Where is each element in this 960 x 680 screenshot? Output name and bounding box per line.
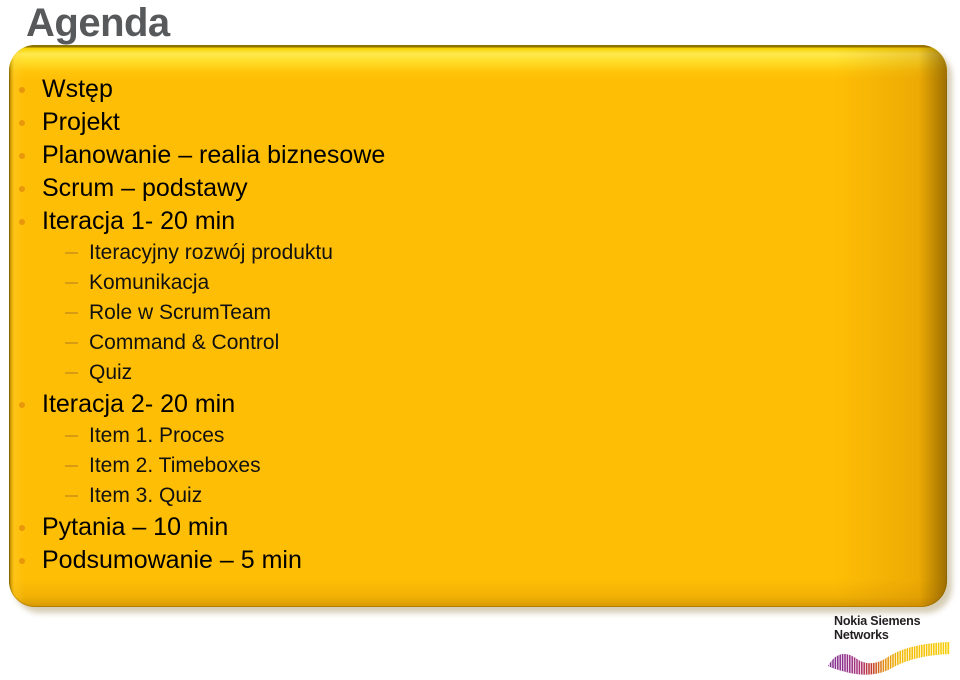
bullet-dot-icon	[19, 120, 25, 126]
agenda-item: Podsumowanie – 5 min	[9, 544, 947, 577]
logo-wave-strokes	[828, 642, 950, 675]
agenda-item-label: Iteracja 1- 20 min	[42, 207, 236, 235]
agenda-item: Iteracja 1- 20 min	[9, 205, 947, 238]
agenda-item-label: Iteracja 2- 20 min	[42, 390, 236, 418]
page-title: Agenda	[26, 1, 170, 45]
bullet-dot-icon	[19, 186, 25, 192]
agenda-item-label: Scrum – podstawy	[42, 174, 248, 202]
bullet-dash-icon	[65, 252, 78, 254]
content-panel: Wstęp Projekt Planowanie – realia biznesow…	[9, 45, 952, 613]
agenda-item-label: Komunikacja	[89, 271, 210, 294]
agenda-item-label: Pytania – 10 min	[42, 513, 229, 541]
agenda-item-label: Role w ScrumTeam	[89, 301, 272, 324]
logo-wave-icon	[828, 642, 950, 675]
bullet-dash-icon	[65, 435, 78, 437]
agenda-item-label: Item 2. Timeboxes	[89, 454, 261, 477]
bullet-dash-icon	[65, 282, 78, 284]
agenda-item: Iteracyjny rozwój produktu	[9, 238, 947, 268]
agenda-item: Pytania – 10 min	[9, 511, 947, 544]
bullet-dot-icon	[19, 153, 25, 159]
bullet-dash-icon	[65, 312, 78, 314]
agenda-item-label: Planowanie – realia biznesowe	[42, 141, 386, 169]
bullet-dot-icon	[19, 558, 25, 564]
agenda-item-label: Podsumowanie – 5 min	[42, 546, 302, 574]
agenda-item-label: Projekt	[42, 108, 120, 136]
bullet-dash-icon	[65, 495, 78, 497]
nokia-siemens-networks-logo: Nokia Siemens Networks	[826, 614, 952, 676]
bullet-dash-icon	[65, 372, 78, 374]
agenda-item: Komunikacja	[9, 268, 947, 298]
agenda-item: Iteracja 2- 20 min	[9, 388, 947, 421]
bullet-dot-icon	[19, 402, 25, 408]
agenda-item: Planowanie – realia biznesowe	[9, 139, 947, 172]
agenda-item: Projekt	[9, 106, 947, 139]
agenda-item: Item 1. Proces	[9, 421, 947, 451]
agenda-item-label: Iteracyjny rozwój produktu	[89, 241, 333, 264]
agenda-item: Item 2. Timeboxes	[9, 451, 947, 481]
agenda-item: Scrum – podstawy	[9, 172, 947, 205]
agenda-item: Command & Control	[9, 328, 947, 358]
agenda-item-label: Wstęp	[42, 75, 113, 103]
agenda-list: Wstęp Projekt Planowanie – realia biznesow…	[9, 73, 947, 577]
agenda-item-label: Item 3. Quiz	[89, 484, 203, 507]
logo-wordmark: Nokia Siemens Networks	[834, 614, 921, 642]
agenda-item: Item 3. Quiz	[9, 481, 947, 511]
agenda-item-label: Item 1. Proces	[89, 424, 225, 447]
panel-surface: Wstęp Projekt Planowanie – realia biznesow…	[9, 45, 947, 607]
agenda-item: Quiz	[9, 358, 947, 388]
agenda-item: Wstęp	[9, 73, 947, 106]
bullet-dash-icon	[65, 342, 78, 344]
agenda-item-label: Command & Control	[89, 331, 280, 354]
agenda-item-label: Quiz	[89, 361, 133, 384]
bullet-dot-icon	[19, 219, 25, 225]
bullet-dot-icon	[19, 525, 25, 531]
bullet-dash-icon	[65, 465, 78, 467]
agenda-item: Role w ScrumTeam	[9, 298, 947, 328]
bullet-dot-icon	[19, 87, 25, 93]
